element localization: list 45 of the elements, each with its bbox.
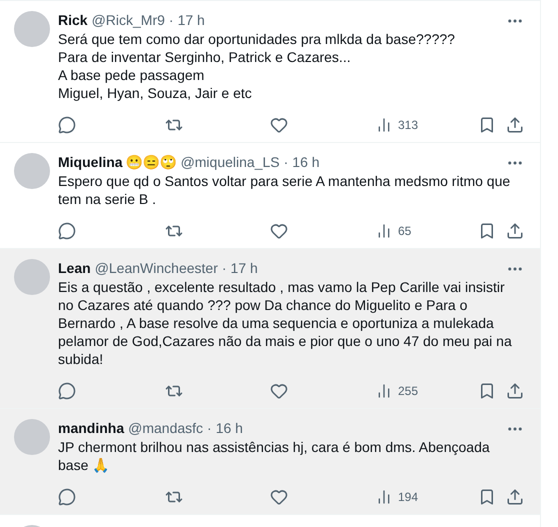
like-icon[interactable] <box>270 116 288 134</box>
views-count: 65 <box>398 223 412 240</box>
bookmark-icon[interactable] <box>478 382 496 400</box>
views-icon[interactable] <box>376 383 392 399</box>
tweet-text: JP chermont brilhou nas assistências hj, cara é bom dms. Abençoada base 🙏 <box>58 438 491 474</box>
views-count: 255 <box>398 383 418 400</box>
share-icon[interactable] <box>506 488 524 506</box>
views-icon[interactable] <box>376 223 392 239</box>
tweet-text: Espero que qd o Santos voltar para serie A mantenha medsmo ritmo que tem na serie B . <box>58 172 512 208</box>
share-icon[interactable] <box>506 116 524 134</box>
user-name[interactable]: Miquelina <box>58 153 123 172</box>
like-icon[interactable] <box>270 382 288 400</box>
reply-icon[interactable] <box>58 116 76 134</box>
user-handle[interactable]: @LeanWincheester <box>94 259 218 278</box>
views-icon[interactable] <box>376 489 392 505</box>
post-time[interactable]: 17 h <box>178 11 205 30</box>
separator-dot: · <box>207 419 212 438</box>
tweet-text: Eis a questão , excelente resultado , mas vamo la Pep Carille vai insistir no Cazares até quando ??? pow Da chance do Miguelito e Para o Bernardo , A base resolve da uma sequencia e oportuniza a mulekada pelamor de God,Cazares não da mais e pior que o uno 47 do meu pai na subida! <box>58 278 513 368</box>
separator-dot: · <box>284 153 288 172</box>
bookmark-icon[interactable] <box>478 222 496 240</box>
user-handle[interactable]: @Rick_Mr9 <box>92 11 165 30</box>
reply-icon[interactable] <box>58 222 76 240</box>
user-name[interactable]: mandinha <box>58 419 124 438</box>
separator-dot: · <box>168 11 174 30</box>
user-name[interactable]: Lean <box>58 259 91 278</box>
user-handle[interactable]: @miquelina_LS <box>180 153 280 172</box>
bookmark-icon[interactable] <box>478 116 496 134</box>
like-icon[interactable] <box>270 222 288 240</box>
share-icon[interactable] <box>506 382 524 400</box>
share-icon[interactable] <box>506 222 524 240</box>
name-emoji: 😬😑🙄 <box>126 153 177 172</box>
user-handle[interactable]: @mandasfc <box>128 419 204 438</box>
reply-icon[interactable] <box>58 488 76 506</box>
user-name[interactable]: Rick <box>58 11 88 30</box>
separator-dot: · <box>222 259 227 278</box>
post-time[interactable]: 17 h <box>230 259 258 278</box>
post-time[interactable]: 16 h <box>292 153 320 172</box>
views-count: 194 <box>398 489 418 506</box>
like-icon[interactable] <box>270 488 288 506</box>
post-time[interactable]: 16 h <box>216 419 243 438</box>
bookmark-icon[interactable] <box>478 488 496 506</box>
views-count: 313 <box>398 117 418 134</box>
views-icon[interactable] <box>376 117 392 133</box>
tweet-text: Será que tem como dar oportunidades pra mlkda da base????? Para de inventar Serginho, Patrick e Cazares... A base pede passagem Miguel, Hyan, Souza, Jair e etc <box>58 30 456 102</box>
reply-icon[interactable] <box>58 382 76 400</box>
